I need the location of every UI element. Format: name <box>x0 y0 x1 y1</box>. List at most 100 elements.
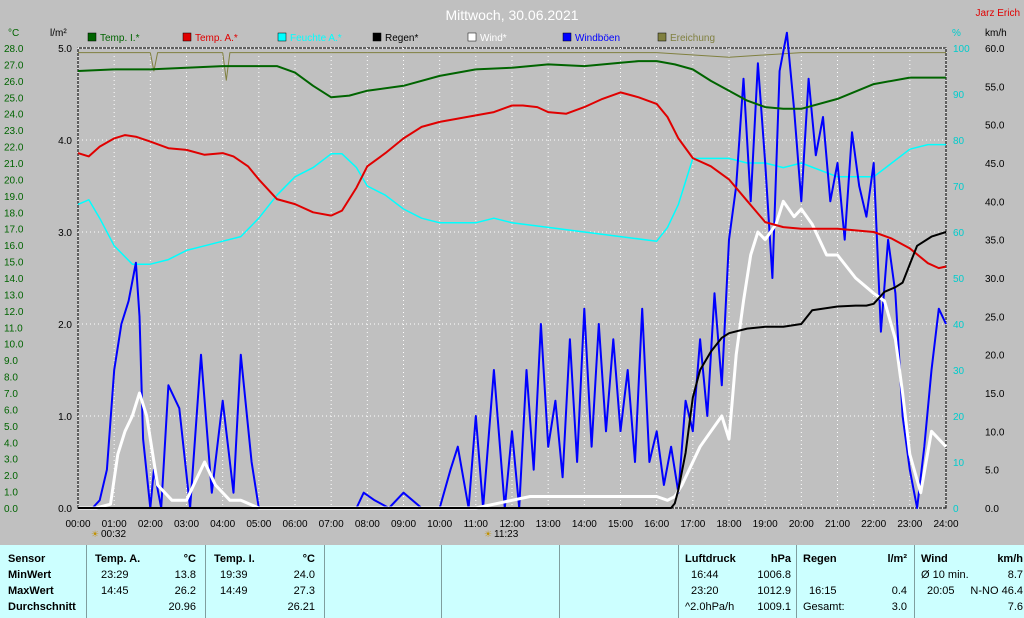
wind-tick-label: 35.0 <box>985 236 1005 247</box>
temp-tick-label: 15.0 <box>4 258 24 269</box>
legend-label: Windböen <box>575 33 620 44</box>
temp-i-avg: 26.21 <box>287 601 315 613</box>
pressure-min-time: 16:44 <box>691 569 719 581</box>
temp-i-min-val: 24.0 <box>293 569 315 581</box>
temp-tick-label: 26.0 <box>4 77 24 88</box>
temp-tick-label: 2.0 <box>4 471 18 482</box>
temp-a-min-time: 23:29 <box>101 569 129 581</box>
chart-author: Jarz Erich <box>976 8 1020 19</box>
pct-tick-label: 30 <box>953 366 965 377</box>
x-tick-label: 23:00 <box>897 519 922 530</box>
temp-i-min-time: 19:39 <box>220 569 248 581</box>
pressure-max-time: 23:20 <box>691 585 719 597</box>
temp-tick-label: 11.0 <box>4 323 23 334</box>
temp-tick-label: 0.0 <box>4 504 18 515</box>
x-tick-label: 06:00 <box>282 519 307 530</box>
pct-tick-label: 50 <box>953 274 965 285</box>
sunrise-marker: ☀ 00:32 <box>91 529 126 540</box>
wind-tick-label: 5.0 <box>985 466 999 477</box>
temp-tick-label: 21.0 <box>4 159 24 170</box>
x-tick-label: 08:00 <box>355 519 380 530</box>
temp-tick-label: 16.0 <box>4 241 24 252</box>
pct-tick-label: 20 <box>953 412 965 423</box>
temp-tick-label: 19.0 <box>4 192 24 203</box>
temp-tick-label: 14.0 <box>4 274 24 285</box>
pressure-unit: hPa <box>770 553 791 565</box>
sun-icon: ☀ <box>484 529 492 539</box>
temp-i-header: Temp. I. <box>214 553 255 565</box>
pct-tick-label: 40 <box>953 320 965 331</box>
temp-tick-label: 23.0 <box>4 126 24 137</box>
wind-column: Wind km/h Ø 10 min. 8.7 20:05 N-NO 46.4 … <box>914 545 1024 618</box>
temp-tick-label: 4.0 <box>4 438 18 449</box>
pct-tick-label: 90 <box>953 90 965 101</box>
temp-tick-label: 22.0 <box>4 143 24 154</box>
temp-i-max-val: 27.3 <box>293 585 315 597</box>
x-tick-label: 18:00 <box>716 519 741 530</box>
empty-column-1 <box>324 545 442 618</box>
wind-tick-label: 45.0 <box>985 159 1005 170</box>
x-tick-label: 05:00 <box>246 519 271 530</box>
sensor-header: Sensor <box>8 553 46 565</box>
x-tick-label: 13:00 <box>536 519 561 530</box>
temp-tick-label: 1.0 <box>4 488 18 499</box>
wind-tick-label: 25.0 <box>985 312 1005 323</box>
rain-tick-label: 5.0 <box>58 44 72 55</box>
rain-total-val: 3.0 <box>891 601 907 613</box>
wind-row1-val: 8.7 <box>1007 569 1023 581</box>
wind-row1-label: Ø 10 min. <box>921 569 969 581</box>
legend-label: Ereichung <box>670 33 715 44</box>
rain-tick-label: 0.0 <box>58 504 72 515</box>
legend-swatch <box>87 32 97 42</box>
pressure-trend-label: ^2.0hPa/h <box>685 601 735 613</box>
x-tick-label: 14:00 <box>572 519 597 530</box>
temp-a-avg: 20.96 <box>168 601 196 613</box>
legend-swatch <box>467 32 477 42</box>
wind-tick-label: 50.0 <box>985 121 1005 132</box>
row-label-min: MinWert <box>8 569 52 581</box>
x-tick-label: 19:00 <box>753 519 778 530</box>
pressure-trend-val: 1009.1 <box>757 601 791 613</box>
rain-unit: l/m² <box>887 553 907 565</box>
empty-column-2 <box>441 545 560 618</box>
rain-column: Regen l/m² 16:15 0.4 Gesamt: 3.0 <box>796 545 915 618</box>
x-tick-label: 09:00 <box>391 519 416 530</box>
sunset-time: 11:23 <box>494 529 519 540</box>
pressure-column: Luftdruck hPa 16:44 1006.8 23:20 1012.9 … <box>678 545 797 618</box>
wind-tick-label: 40.0 <box>985 197 1005 208</box>
pct-tick-label: 100 <box>953 44 970 55</box>
rain-row2-val: 0.4 <box>891 585 907 597</box>
wind-unit: km/h <box>997 553 1023 565</box>
temp-a-min-val: 13.8 <box>174 569 196 581</box>
temp-tick-label: 8.0 <box>4 373 18 384</box>
temp-tick-label: 7.0 <box>4 389 18 400</box>
temp-a-header: Temp. A. <box>95 553 141 565</box>
temp-tick-label: 20.0 <box>4 175 24 186</box>
legend-swatch <box>372 32 382 42</box>
temp-tick-label: 27.0 <box>4 60 24 71</box>
x-tick-label: 00:00 <box>65 519 90 530</box>
temp-a-max-val: 26.2 <box>174 585 196 597</box>
axis-unit-pct: % <box>952 28 961 39</box>
legend-label: Feuchte A.* <box>290 33 342 44</box>
sun-icon: ☀ <box>91 529 99 539</box>
temp-tick-label: 6.0 <box>4 405 18 416</box>
rain-total-label: Gesamt: <box>803 601 845 613</box>
pct-tick-label: 80 <box>953 136 965 147</box>
temp-tick-label: 25.0 <box>4 93 24 104</box>
x-tick-label: 17:00 <box>680 519 705 530</box>
temp-i-max-time: 14:49 <box>220 585 248 597</box>
legend-swatch <box>182 32 192 42</box>
x-tick-label: 16:00 <box>644 519 669 530</box>
wind-row3-val: 7.6 <box>1007 601 1023 613</box>
legend-swatch <box>277 32 287 42</box>
temp-tick-label: 24.0 <box>4 110 24 121</box>
pressure-max-val: 1012.9 <box>757 585 791 597</box>
rain-tick-label: 2.0 <box>58 320 72 331</box>
temp-tick-label: 13.0 <box>4 290 24 301</box>
legend-label: Temp. A.* <box>195 33 238 44</box>
x-tick-label: 20:00 <box>789 519 814 530</box>
wind-tick-label: 20.0 <box>985 351 1005 362</box>
pct-tick-label: 60 <box>953 228 965 239</box>
x-tick-label: 07:00 <box>319 519 344 530</box>
